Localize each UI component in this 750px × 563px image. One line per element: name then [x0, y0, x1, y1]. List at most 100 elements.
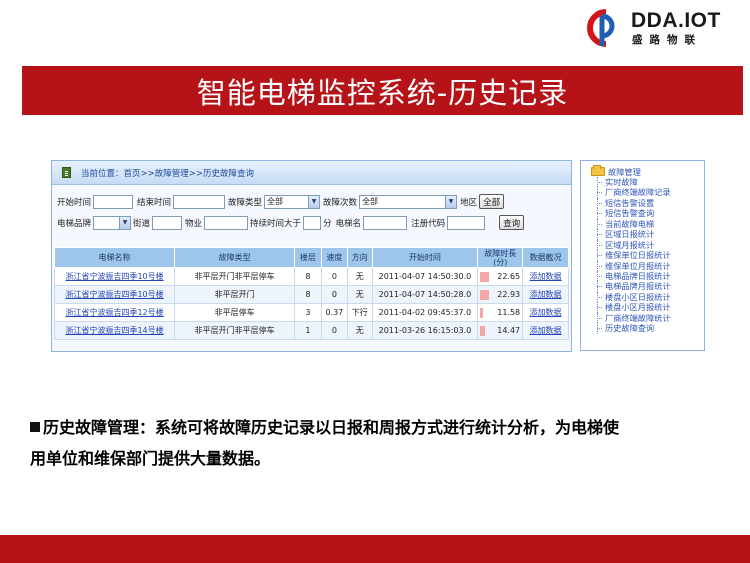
- col-header-type[interactable]: 故障类型: [174, 247, 296, 268]
- start-time-cell: 2011-04-07 14:50:28.0: [371, 285, 479, 304]
- tree-item-current-fault-elevator[interactable]: 当前故障电梯: [591, 218, 704, 230]
- col-header-name[interactable]: 电梯名称: [53, 247, 176, 268]
- fault-management-tree: 故障管理 实时故障 厂商终端故障记录 短信告警设置 短信告警查询 当前故障电梯 …: [580, 160, 705, 351]
- elevator-name-link[interactable]: 浙江省宁波振吉四季10号楼: [53, 285, 176, 304]
- region-button[interactable]: 全部: [479, 194, 505, 209]
- property-label: 物业: [185, 218, 203, 229]
- chevron-down-icon: ▼: [119, 216, 131, 229]
- tree-root-fault-management[interactable]: 故障管理: [591, 165, 704, 177]
- query-button[interactable]: 查询: [499, 215, 525, 230]
- end-time-input[interactable]: [173, 194, 226, 209]
- tree-item-maintenance-monthly[interactable]: 维保单位月报统计: [591, 260, 704, 272]
- add-data-cell: 添加数据: [522, 321, 569, 340]
- duration-bar: [480, 290, 490, 300]
- floor-cell: 8: [294, 267, 322, 286]
- speed-cell: 0.37: [320, 303, 349, 322]
- col-header-direction[interactable]: 方向: [347, 247, 373, 268]
- duration-cell: 11.58: [477, 303, 524, 322]
- footer-bar: [0, 535, 750, 563]
- description-line-1-text: 历史故障管理：系统可将故障历史记录以日报和周报方式进行统计分析，为电梯使: [43, 418, 620, 437]
- elevator-name-link[interactable]: 浙江省宁波振吉四季12号楼: [53, 303, 176, 322]
- add-data-link[interactable]: 添加数据: [530, 290, 562, 299]
- description-line-2: 用单位和维保部门提供大量数据。: [30, 449, 271, 468]
- region-label: 地区: [460, 197, 478, 208]
- tree-item-region-daily[interactable]: 区域日报统计: [591, 229, 704, 241]
- floor-cell: 3: [294, 303, 322, 322]
- fault-type-select[interactable]: 全部 ▼: [264, 194, 321, 209]
- col-header-action[interactable]: 数据截况: [522, 247, 569, 268]
- tree-item-maintenance-daily[interactable]: 维保单位日报统计: [591, 250, 704, 261]
- duration-bar: [480, 272, 490, 282]
- elevator-name-text[interactable]: 浙江省宁波振吉四季10号楼: [65, 272, 163, 281]
- property-input[interactable]: [204, 215, 249, 230]
- table-row: 浙江省宁波振吉四季14号楼 非平层开门非平层停车 1 0 无 2011-03-2…: [53, 321, 569, 340]
- brand-label: 电梯品牌: [57, 218, 92, 229]
- reg-code-input[interactable]: [447, 215, 486, 230]
- table-header-row: 电梯名称 故障类型 楼层 速度 方向 开始时间 故障时長(分) 数据截况: [53, 247, 569, 268]
- tree-item-estate-monthly[interactable]: 楼盘小区月报统计: [591, 302, 704, 314]
- tree-item-vendor-terminal-records[interactable]: 厂商终端故障记录: [591, 187, 704, 199]
- duration-bar: [480, 326, 486, 336]
- add-data-link[interactable]: 添加数据: [530, 272, 562, 281]
- add-data-link[interactable]: 添加数据: [530, 326, 562, 335]
- tree-item-realtime-fault[interactable]: 实时故障: [591, 177, 704, 188]
- floor-cell: 1: [294, 321, 322, 340]
- elevator-name-link[interactable]: 浙江省宁波振吉四季10号楼: [53, 267, 176, 286]
- chevron-down-icon: ▼: [308, 195, 320, 208]
- brand-select[interactable]: ▼: [93, 215, 132, 230]
- col-header-duration[interactable]: 故障时長(分): [477, 247, 524, 268]
- duration-value: 11.58: [497, 308, 521, 317]
- elevator-name-label: 电梯名: [335, 218, 362, 229]
- history-table: 电梯名称 故障类型 楼层 速度 方向 开始时间 故障时長(分) 数据截况 浙江省…: [53, 247, 569, 340]
- add-data-link[interactable]: 添加数据: [530, 308, 562, 317]
- direction-cell: 无: [347, 285, 373, 304]
- duration-bar: [480, 308, 484, 318]
- tree-item-vendor-terminal-stats[interactable]: 厂商终端故障统计: [591, 312, 704, 324]
- elevator-name-text[interactable]: 浙江省宁波振吉四季12号楼: [65, 308, 163, 317]
- tree-item-brand-monthly[interactable]: 电梯品牌月报统计: [591, 281, 704, 293]
- filter-row-1: 开始时间 结束时间 故障类型 全部 ▼ 故障次数 全部 ▼ 地区 全部: [52, 191, 571, 212]
- tree-item-region-monthly[interactable]: 区域月报统计: [591, 239, 704, 251]
- reg-code-label: 注册代码: [411, 218, 446, 229]
- speed-cell: 0: [320, 285, 349, 304]
- direction-cell: 无: [347, 321, 373, 340]
- duration-cell: 22.65: [477, 267, 524, 286]
- col-header-start[interactable]: 开始时间: [371, 247, 479, 268]
- tree-item-history-fault-query[interactable]: 历史故障查询: [591, 323, 704, 335]
- start-time-cell: 2011-04-07 14:50:30.0: [371, 267, 479, 286]
- tree-item-brand-daily[interactable]: 电梯品牌日报统计: [591, 270, 704, 282]
- duration-value: 22.93: [497, 290, 521, 299]
- elevator-name-link[interactable]: 浙江省宁波振吉四季14号楼: [53, 321, 176, 340]
- history-query-panel: 当前位置：首页>>故障管理>>历史故障查询 开始时间 结束时间 故障类型 全部 ▼…: [51, 160, 572, 352]
- elevator-name-input[interactable]: [363, 215, 408, 230]
- fault-type-cell: 非平层停车: [174, 303, 296, 322]
- duration-input[interactable]: [303, 215, 322, 230]
- logo-subtitle: 盛路物联: [632, 34, 702, 46]
- fault-type-cell: 非平层开门非平层停车: [174, 267, 296, 286]
- fault-type-cell: 非平层开门非平层停车: [174, 321, 296, 340]
- table-row: 浙江省宁波振吉四季10号楼 非平层开门 8 0 无 2011-04-07 14:…: [53, 285, 569, 304]
- table-row: 浙江省宁波振吉四季10号楼 非平层开门非平层停车 8 0 无 2011-04-0…: [53, 267, 569, 286]
- add-data-cell: 添加数据: [522, 303, 569, 322]
- start-time-cell: 2011-03-26 16:15:03.0: [371, 321, 479, 340]
- tree-item-sms-alert-settings[interactable]: 短信告警设置: [591, 197, 704, 209]
- duration-cell: 22.93: [477, 285, 524, 304]
- tree-item-estate-daily[interactable]: 楼盘小区日报统计: [591, 291, 704, 303]
- filter-row-2: 电梯品牌 ▼ 街道 物业 持续时间大于 分 电梯名 注册代码 查询: [52, 212, 571, 233]
- square-bullet-icon: [30, 422, 40, 432]
- add-data-cell: 添加数据: [522, 267, 569, 286]
- elevator-name-text[interactable]: 浙江省宁波振吉四季14号楼: [65, 326, 163, 335]
- col-header-speed[interactable]: 速度: [320, 247, 349, 268]
- start-time-input[interactable]: [93, 194, 134, 209]
- floor-cell: 8: [294, 285, 322, 304]
- fault-count-label: 故障次数: [323, 197, 358, 208]
- col-header-floor[interactable]: 楼层: [294, 247, 322, 268]
- direction-cell: 下行: [347, 303, 373, 322]
- street-input[interactable]: [152, 215, 183, 230]
- brand-logo: DDA.IOT 盛路物联: [584, 6, 744, 50]
- add-data-cell: 添加数据: [522, 285, 569, 304]
- page-title: 智能电梯监控系统-历史记录: [196, 75, 569, 110]
- tree-item-sms-alert-query[interactable]: 短信告警查询: [591, 208, 704, 220]
- fault-count-select[interactable]: 全部 ▼: [359, 194, 458, 209]
- elevator-name-text[interactable]: 浙江省宁波振吉四季10号楼: [65, 290, 163, 299]
